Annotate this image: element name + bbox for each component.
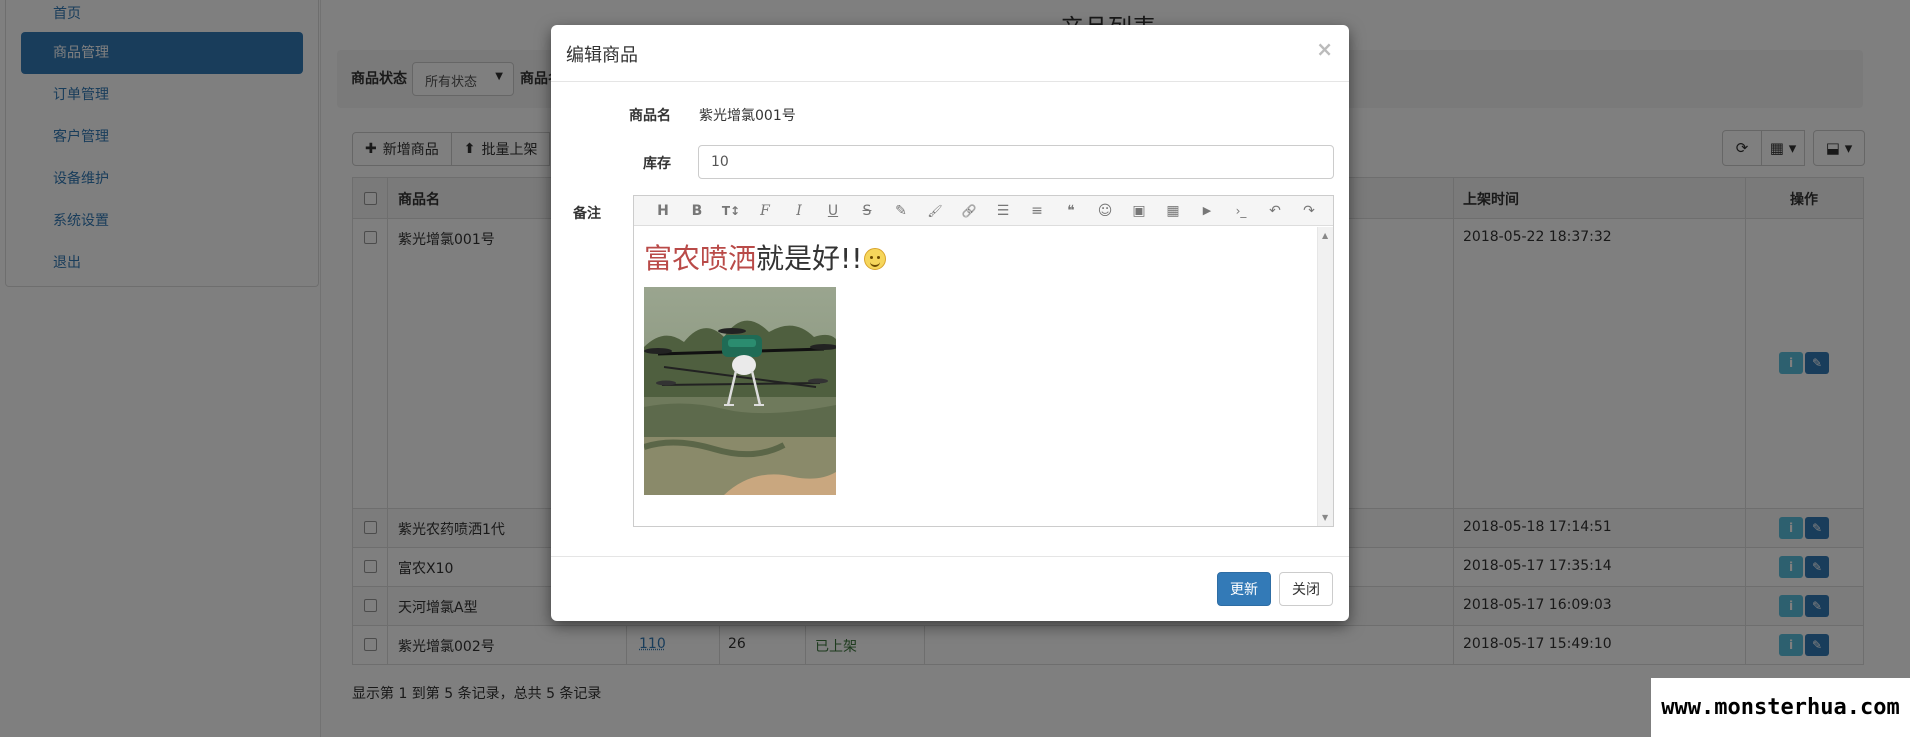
redo-icon[interactable]: ↷	[1292, 196, 1326, 226]
note-rich-editor: H B T↕ F I U S ✎ 🖌 🔗 ☰ ≡ ❝ ☺ ▣ ▦ ▶ ›_ ↶ …	[633, 195, 1334, 527]
list-icon[interactable]: ☰	[986, 196, 1020, 226]
scroll-up-icon[interactable]: ▲	[1322, 231, 1328, 240]
editor-content[interactable]: 富农喷洒 就是好!!	[634, 227, 1317, 526]
font-family-icon[interactable]: F	[748, 196, 782, 226]
align-icon[interactable]: ≡	[1020, 196, 1054, 226]
editor-scrollbar[interactable]: ▲ ▼	[1317, 227, 1333, 526]
brush-icon[interactable]: 🖌	[918, 196, 952, 226]
link-icon[interactable]: 🔗	[952, 196, 986, 226]
smiley-icon	[864, 248, 887, 270]
video-icon[interactable]: ▶	[1190, 196, 1224, 226]
note-label: 备注	[573, 206, 601, 222]
stock-input[interactable]	[698, 145, 1334, 179]
underline-icon[interactable]: U	[816, 196, 850, 226]
product-name-value: 紫光增氯001号	[699, 108, 796, 124]
edit-product-modal: 编辑商品 × 商品名 紫光增氯001号 库存 备注 H B T↕ F I U S…	[551, 25, 1349, 621]
product-name-label: 商品名	[629, 108, 671, 124]
modal-title: 编辑商品	[566, 45, 638, 66]
image-icon[interactable]: ▣	[1122, 196, 1156, 226]
close-icon[interactable]: ×	[1316, 37, 1333, 61]
modal-header: 编辑商品 ×	[551, 25, 1349, 82]
drone-image	[644, 287, 836, 495]
undo-icon[interactable]: ↶	[1258, 196, 1292, 226]
scroll-down-icon[interactable]: ▼	[1322, 513, 1328, 522]
editor-text-plain: 就是好!!	[756, 242, 863, 275]
color-icon[interactable]: ✎	[884, 196, 918, 226]
table-icon[interactable]: ▦	[1156, 196, 1190, 226]
code-icon[interactable]: ›_	[1224, 196, 1258, 226]
watermark: www.monsterhua.com	[1651, 678, 1910, 737]
font-size-icon[interactable]: T↕	[714, 196, 748, 226]
modal-footer-divider	[551, 556, 1349, 557]
editor-text-highlight: 富农喷洒	[644, 242, 757, 275]
update-button[interactable]: 更新	[1217, 572, 1271, 606]
italic-icon[interactable]: I	[782, 196, 816, 226]
editor-text-line: 富农喷洒 就是好!!	[644, 241, 1307, 277]
heading-icon[interactable]: H	[646, 196, 680, 226]
editor-toolbar: H B T↕ F I U S ✎ 🖌 🔗 ☰ ≡ ❝ ☺ ▣ ▦ ▶ ›_ ↶ …	[634, 196, 1333, 226]
bold-icon[interactable]: B	[680, 196, 714, 226]
strikethrough-icon[interactable]: S	[850, 196, 884, 226]
quote-icon[interactable]: ❝	[1054, 196, 1088, 226]
emoji-icon[interactable]: ☺	[1088, 196, 1122, 226]
stock-label: 库存	[643, 156, 671, 172]
close-button[interactable]: 关闭	[1279, 572, 1333, 606]
